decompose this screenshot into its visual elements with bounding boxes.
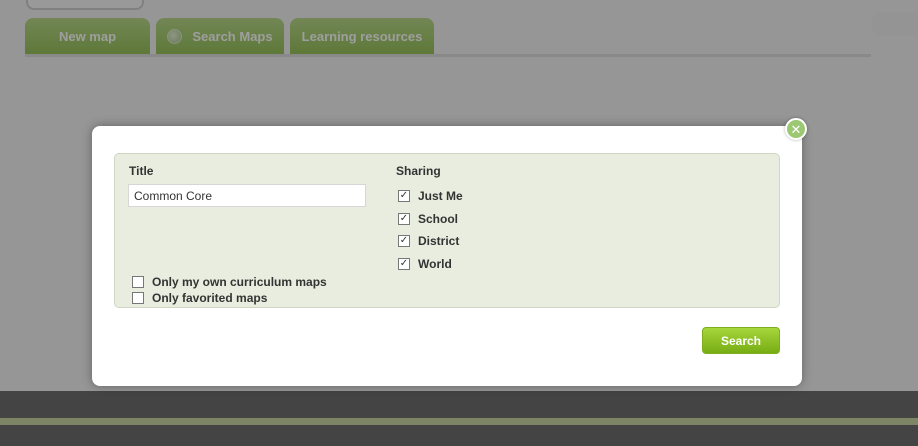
filter-own-maps[interactable]: Only my own curriculum maps — [132, 274, 327, 290]
sharing-option-world[interactable]: ✓ World — [398, 253, 463, 276]
checkbox-label: District — [418, 234, 460, 249]
checkbox-label: School — [418, 211, 459, 226]
checkbox-world[interactable]: ✓ — [398, 257, 410, 270]
filter-favorited-maps[interactable]: Only favorited maps — [132, 290, 327, 306]
sharing-options: ✓ Just Me ✓ School ✓ District ✓ World — [398, 185, 463, 275]
checkbox-own-maps[interactable] — [132, 276, 144, 288]
sharing-option-just-me[interactable]: ✓ Just Me — [398, 185, 463, 208]
title-label: Title — [129, 164, 154, 178]
checkbox-label: World — [418, 256, 452, 271]
search-maps-dialog: Title Sharing ✓ Just Me ✓ School ✓ Distr… — [92, 126, 802, 386]
checkbox-school[interactable]: ✓ — [398, 212, 410, 225]
title-input[interactable] — [128, 184, 366, 207]
search-filters-panel: Title Sharing ✓ Just Me ✓ School ✓ Distr… — [114, 153, 780, 308]
sharing-option-school[interactable]: ✓ School — [398, 208, 463, 231]
checkbox-label: Only my own curriculum maps — [152, 275, 327, 289]
filter-options: Only my own curriculum maps Only favorit… — [132, 274, 327, 306]
search-button[interactable]: Search — [702, 327, 780, 354]
checkbox-favorited-maps[interactable] — [132, 292, 144, 304]
checkbox-just-me[interactable]: ✓ — [398, 190, 410, 203]
checkbox-label: Only favorited maps — [152, 291, 268, 305]
sharing-label: Sharing — [396, 164, 441, 178]
sharing-option-district[interactable]: ✓ District — [398, 230, 463, 253]
close-icon[interactable]: ✕ — [785, 118, 807, 140]
checkbox-district[interactable]: ✓ — [398, 235, 410, 248]
checkbox-label: Just Me — [418, 189, 463, 204]
